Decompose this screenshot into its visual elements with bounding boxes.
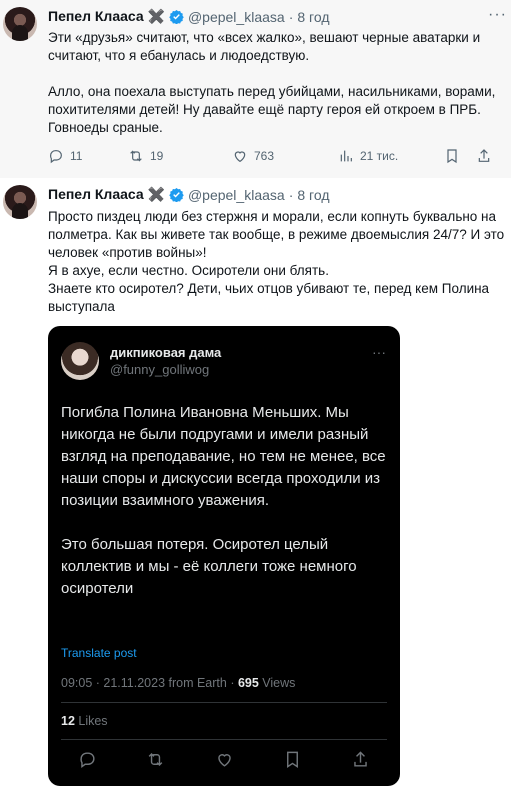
author-handle[interactable]: @pepel_klaasa (188, 187, 285, 203)
share-icon (478, 149, 490, 162)
quoted-views-count: 695 (237, 676, 259, 690)
author-handle[interactable]: @pepel_klaasa (188, 9, 285, 25)
tweet-line: Я в ахуе, если честно. Осиротели они бля… (48, 263, 329, 278)
share-icon (354, 751, 367, 767)
heart-icon (234, 151, 246, 163)
divider (61, 702, 387, 703)
quoted-actions (78, 750, 370, 769)
tweet-line: Знаете кто осиротел? Дети, чьих отцов уб… (48, 281, 490, 314)
tweet-text: Эти «друзья» считают, что «всех жалко», … (48, 29, 506, 137)
views-count: 21 тис. (360, 149, 399, 163)
retweet-count: 19 (150, 149, 164, 163)
more-options-icon[interactable]: ··· (488, 6, 507, 24)
reply-count: 11 (70, 149, 83, 163)
author-name[interactable]: Пепел Клааса ✖️ (48, 186, 165, 203)
verified-badge-icon (169, 187, 184, 202)
tweet-2[interactable]: Пепел Клааса ✖️ @pepel_klaasa · 8 год Пр… (0, 178, 511, 790)
retweet-button[interactable]: 19 (128, 148, 232, 164)
quoted-author-name: дикпиковая дама (110, 345, 222, 360)
quoted-author-handle: @funny_golliwog (110, 362, 210, 377)
reply-button[interactable]: 11 (48, 148, 128, 164)
quoted-more-icon: ··· (372, 344, 386, 360)
tweet-actions: 11 19 763 21 тис. (48, 148, 506, 164)
tweet-line: Просто пиздец люди без стержня и морали,… (48, 209, 505, 260)
quoted-likes-count: 12 (61, 714, 75, 728)
like-button[interactable]: 763 (232, 148, 338, 164)
tweet-1[interactable]: Пепел Клааса ✖️ @pepel_klaasa · 8 год ··… (0, 0, 511, 179)
like-count: 763 (254, 149, 275, 163)
translate-link: Translate post (61, 646, 137, 660)
quoted-likes: 12 Likes (61, 714, 108, 728)
bookmark-icon (286, 751, 298, 768)
timestamp[interactable]: 8 год (297, 9, 329, 25)
quoted-likes-label: Likes (74, 714, 108, 728)
quoted-timestamp: 09:05 · 21.11.2023 from Earth · (61, 676, 238, 690)
quoted-paragraph: Погибла Полина Ивановна Меньших. Мы нико… (61, 404, 386, 509)
reply-icon (80, 752, 95, 769)
author-name[interactable]: Пепел Клааса ✖️ (48, 8, 165, 25)
author-avatar[interactable] (3, 7, 37, 41)
verified-badge-icon (169, 9, 184, 24)
quoted-meta: 09:05 · 21.11.2023 from Earth · 695 View… (61, 676, 295, 690)
share-button[interactable] (476, 148, 492, 164)
tweet-paragraph: Алло, она поехала выступать перед убийца… (48, 84, 496, 135)
quoted-text: Погибла Полина Ивановна Меньших. Мы нико… (61, 402, 391, 600)
quoted-author-avatar (61, 342, 99, 380)
divider (61, 739, 387, 740)
heart-icon (217, 754, 231, 767)
quoted-screenshot[interactable]: дикпиковая дама @funny_golliwog ··· Поги… (48, 326, 400, 786)
bookmark-icon (447, 149, 457, 164)
retweet-icon (148, 752, 163, 767)
timestamp[interactable]: 8 год (297, 187, 329, 203)
views-button[interactable]: 21 тис. (338, 148, 444, 164)
separator-dot: · (288, 186, 294, 203)
reply-icon (49, 150, 62, 164)
tweet-header: Пепел Клааса ✖️ @pepel_klaasa · 8 год (48, 186, 329, 203)
quoted-views-label: Views (258, 676, 296, 690)
quoted-paragraph: Это большая потеря. Осиротел целый колле… (61, 536, 357, 597)
tweet-paragraph: Эти «друзья» считают, что «всех жалко», … (48, 30, 481, 63)
retweet-icon (130, 150, 142, 162)
author-avatar[interactable] (3, 185, 37, 219)
separator-dot: · (288, 8, 294, 25)
tweet-text: Просто пиздец люди без стержня и морали,… (48, 208, 506, 316)
views-chart-icon (340, 150, 352, 162)
bookmark-button[interactable] (444, 148, 476, 164)
tweet-header: Пепел Клааса ✖️ @pepel_klaasa · 8 год (48, 8, 329, 25)
